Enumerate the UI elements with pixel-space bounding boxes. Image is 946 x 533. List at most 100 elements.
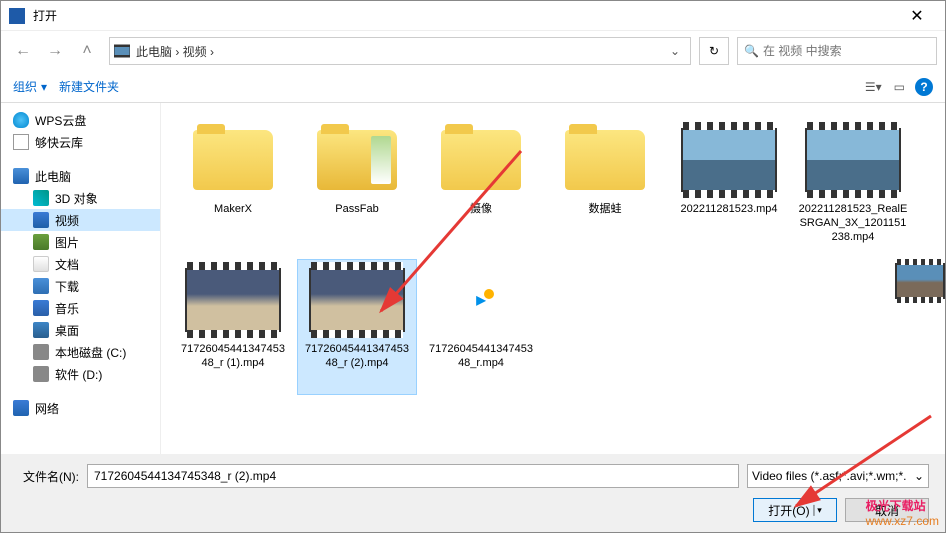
file-item[interactable]: 202211281523.mp4	[669, 119, 789, 255]
app-icon: ▶	[446, 265, 516, 335]
sidebar-item[interactable]: 3D 对象	[1, 187, 160, 209]
sidebar-item[interactable]: 音乐	[1, 297, 160, 319]
sidebar-item-label: 软件 (D:)	[55, 366, 102, 383]
search-icon: 🔍	[744, 44, 759, 58]
file-item[interactable]: ▶ 7172604544134745348_r.mp4	[421, 259, 541, 395]
sidebar-item-label: 够快云库	[35, 134, 83, 151]
video-folder-icon	[114, 43, 130, 59]
folder-icon	[317, 130, 397, 190]
file-label: 7172604544134745348_r.mp4	[426, 342, 536, 370]
icon-pc	[13, 168, 29, 184]
file-label: 7172604544134745348_r (1).mp4	[178, 342, 288, 370]
close-button[interactable]: ✕	[897, 6, 937, 26]
file-label: 202211281523_RealESRGAN_3X_1201151238.mp…	[798, 202, 908, 244]
icon-disk	[33, 344, 49, 360]
navbar: ← → ˄ 此电脑 › 视频 › ⌄ ↻ 🔍	[1, 31, 945, 71]
filename-label: 文件名(N):	[17, 468, 87, 485]
file-label: 7172604544134745348_r (2).mp4	[302, 342, 412, 370]
sidebar-item[interactable]: 图片	[1, 231, 160, 253]
help-button[interactable]: ?	[915, 78, 933, 96]
preview-pane-button[interactable]: ▭	[892, 78, 907, 96]
folder-icon	[193, 130, 273, 190]
search-input[interactable]	[763, 44, 930, 58]
file-item[interactable]: 202211281523_RealESRGAN_3X_1201151238.mp…	[793, 119, 913, 255]
filter-value: Video files (*.asf;*.avi;*.wm;*.	[752, 469, 907, 483]
sidebar-item[interactable]: 此电脑	[1, 165, 160, 187]
address-dropdown[interactable]: ⌄	[664, 44, 686, 58]
sidebar-item-label: 音乐	[55, 300, 79, 317]
refresh-button[interactable]: ↻	[699, 37, 729, 65]
icon-video	[33, 212, 49, 228]
icon-image	[33, 234, 49, 250]
sidebar: WPS云盘够快云库此电脑 3D 对象视频图片文档下载音乐桌面本地磁盘 (C:) 软件…	[1, 103, 161, 459]
view-mode-button[interactable]: ☰▾	[863, 78, 884, 96]
new-folder-button[interactable]: 新建文件夹	[59, 78, 119, 95]
sidebar-item-label: 文档	[55, 256, 79, 273]
sidebar-item-label: 本地磁盘 (C:)	[55, 344, 126, 361]
file-thumbnail	[309, 124, 405, 196]
organize-chevron[interactable]: ▾	[41, 80, 47, 94]
icon-cloud	[13, 112, 29, 128]
file-label: 摄像	[470, 202, 492, 216]
sidebar-item-label: 视频	[55, 212, 79, 229]
back-button[interactable]: ←	[9, 37, 37, 65]
open-button[interactable]: 打开(O)│▾	[753, 498, 837, 522]
window-title: 打开	[33, 7, 897, 24]
sidebar-item-label: 桌面	[55, 322, 79, 339]
folder-icon	[565, 130, 645, 190]
file-label: MakerX	[214, 202, 252, 216]
chevron-down-icon: ⌄	[914, 469, 924, 483]
video-thumbnail	[805, 128, 901, 192]
sidebar-item[interactable]: 桌面	[1, 319, 160, 341]
split-chevron-icon: │▾	[812, 505, 822, 516]
toolbar: 组织 ▾ 新建文件夹 ☰▾ ▭ ?	[1, 71, 945, 103]
cancel-button[interactable]: 取消	[845, 498, 929, 522]
file-item[interactable]: 7172604544134745348_r (2).mp4	[297, 259, 417, 395]
icon-music	[33, 300, 49, 316]
sidebar-item-label: 网络	[35, 400, 59, 417]
footer: 文件名(N): Video files (*.asf;*.avi;*.wm;*.…	[1, 454, 945, 532]
sidebar-item[interactable]: 视频	[1, 209, 160, 231]
app-icon	[9, 8, 25, 24]
up-button[interactable]: ˄	[73, 37, 101, 65]
icon-doc	[13, 134, 29, 150]
sidebar-item-label: 此电脑	[35, 168, 71, 185]
file-item[interactable]: 摄像	[421, 119, 541, 255]
icon-download	[33, 278, 49, 294]
address-bar[interactable]: 此电脑 › 视频 › ⌄	[109, 37, 691, 65]
video-thumbnail	[681, 128, 777, 192]
address-path: 此电脑 › 视频 ›	[136, 43, 664, 60]
file-label: 数据蛙	[589, 202, 622, 216]
icon-desktop	[33, 322, 49, 338]
sidebar-item-label: 下载	[55, 278, 79, 295]
partial-thumbnail	[895, 263, 945, 299]
main-area: WPS云盘够快云库此电脑 3D 对象视频图片文档下载音乐桌面本地磁盘 (C:) 软件…	[1, 103, 945, 459]
sidebar-item[interactable]: 本地磁盘 (C:)	[1, 341, 160, 363]
forward-button[interactable]: →	[41, 37, 69, 65]
sidebar-item-label: WPS云盘	[35, 112, 86, 129]
file-item[interactable]: 数据蛙	[545, 119, 665, 255]
file-list[interactable]: MakerX PassFab 摄像 数据蛙 202211281523.mp4 202211…	[161, 103, 945, 459]
organize-button[interactable]: 组织	[13, 78, 37, 95]
file-item[interactable]: MakerX	[173, 119, 293, 255]
sidebar-item[interactable]: 够快云库	[1, 131, 160, 153]
sidebar-item[interactable]: 下载	[1, 275, 160, 297]
filename-input[interactable]	[87, 464, 739, 488]
file-thumbnail	[309, 264, 405, 336]
file-thumbnail	[433, 124, 529, 196]
file-label: 202211281523.mp4	[680, 202, 777, 216]
icon-document	[33, 256, 49, 272]
sidebar-item[interactable]: 软件 (D:)	[1, 363, 160, 385]
file-thumbnail	[185, 264, 281, 336]
sidebar-item[interactable]: WPS云盘	[1, 109, 160, 131]
file-thumbnail	[805, 124, 901, 196]
file-type-filter[interactable]: Video files (*.asf;*.avi;*.wm;*. ⌄	[747, 464, 929, 488]
video-thumbnail	[309, 268, 405, 332]
file-item[interactable]: 7172604544134745348_r (1).mp4	[173, 259, 293, 395]
sidebar-item[interactable]: 文档	[1, 253, 160, 275]
file-thumbnail	[185, 124, 281, 196]
file-item[interactable]: PassFab	[297, 119, 417, 255]
titlebar: 打开 ✕	[1, 1, 945, 31]
sidebar-item[interactable]: 网络	[1, 397, 160, 419]
search-box[interactable]: 🔍	[737, 37, 937, 65]
